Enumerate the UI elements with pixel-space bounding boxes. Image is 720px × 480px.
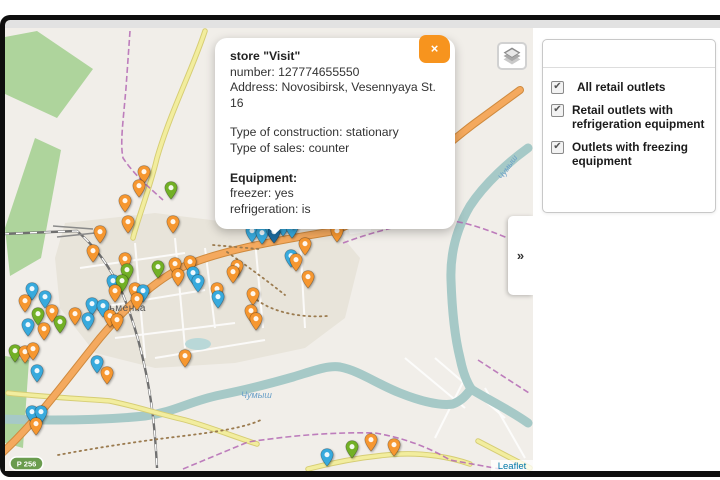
map-marker[interactable] <box>30 364 44 383</box>
popup-freezer: freezer: yes <box>230 186 294 201</box>
map-marker[interactable] <box>53 315 67 334</box>
map-marker[interactable] <box>151 260 165 279</box>
map-marker[interactable] <box>26 342 40 361</box>
map-marker[interactable] <box>249 312 263 331</box>
sidebar-expand-button[interactable]: » <box>508 216 533 295</box>
map-marker[interactable] <box>387 438 401 457</box>
leaflet-attribution-link[interactable]: Leaflet <box>498 461 527 471</box>
map-marker[interactable] <box>211 290 225 309</box>
map-marker[interactable] <box>29 417 43 436</box>
map-marker[interactable] <box>301 270 315 289</box>
popup-tail <box>261 221 289 234</box>
map-marker[interactable] <box>37 322 51 341</box>
checkbox-all-outlets[interactable]: ✔ <box>551 81 564 94</box>
map-marker[interactable] <box>191 274 205 293</box>
map-marker[interactable] <box>18 294 32 313</box>
map-marker[interactable] <box>108 284 122 303</box>
legend-panel: ✔ All retail outlets ✔ Retail outlets wi… <box>542 39 716 213</box>
checkbox-refrigeration[interactable]: ✔ <box>551 104 564 117</box>
map-marker[interactable] <box>166 215 180 234</box>
map-marker[interactable] <box>364 433 378 452</box>
legend-label: Retail outlets with refrigeration equipm… <box>572 103 705 131</box>
map-marker[interactable] <box>178 349 192 368</box>
map-marker[interactable] <box>164 181 178 200</box>
popup-title: store "Visit" <box>230 49 301 63</box>
legend-item-refrigeration: ✔ Retail outlets with refrigeration equi… <box>551 103 707 131</box>
popup-refrigeration: refrigeration: is <box>230 201 311 216</box>
map-marker[interactable] <box>345 440 359 459</box>
layers-icon <box>503 47 521 65</box>
legend-item-freezing: ✔ Outlets with freezing equipment <box>551 140 707 168</box>
map-marker[interactable] <box>226 265 240 284</box>
popup-sales: Type of sales: counter <box>230 140 350 155</box>
road-shield: Р 256 <box>9 456 44 471</box>
map-marker[interactable] <box>81 312 95 331</box>
map-marker[interactable] <box>171 268 185 287</box>
popup-address: Address: Novosibirsk, Vesennyaya St. 16 <box>230 80 436 110</box>
legend-item-all-outlets: ✔ All retail outlets <box>551 80 707 94</box>
map-marker[interactable] <box>86 244 100 263</box>
legend-label: All retail outlets <box>577 80 666 94</box>
map-marker[interactable] <box>132 179 146 198</box>
legend-label: Outlets with freezing equipment <box>572 140 689 168</box>
checkbox-freezing[interactable]: ✔ <box>551 141 564 154</box>
popup-equipment-heading: Equipment: <box>230 170 298 185</box>
popup-construction: Type of construction: stationary <box>230 125 399 140</box>
map-marker[interactable] <box>110 313 124 332</box>
filters-sidebar: ✔ All retail outlets ✔ Retail outlets wi… <box>533 28 720 471</box>
attribution: Leaflet <box>491 460 533 471</box>
map-marker[interactable] <box>118 194 132 213</box>
map-marker[interactable] <box>121 215 135 234</box>
map-marker[interactable] <box>100 366 114 385</box>
map[interactable]: Тальменка Чумыш Чумыш Р 256 Leaflet » st… <box>5 28 533 471</box>
popup-close-button[interactable]: × <box>419 35 450 63</box>
map-marker[interactable] <box>21 318 35 337</box>
popup-number: number: 127774655550 <box>230 64 360 79</box>
legend-header <box>543 40 715 68</box>
map-marker[interactable] <box>68 307 82 326</box>
map-marker[interactable] <box>130 292 144 311</box>
store-popup: store "Visit" number: 127774655550 Addre… <box>215 38 455 230</box>
chevron-right-icon: » <box>516 248 525 263</box>
river-label: Чумыш <box>241 390 272 400</box>
layers-control-button[interactable] <box>497 42 527 70</box>
map-marker[interactable] <box>320 448 334 467</box>
svg-text:Р 256: Р 256 <box>17 460 37 469</box>
map-marker[interactable] <box>93 225 107 244</box>
